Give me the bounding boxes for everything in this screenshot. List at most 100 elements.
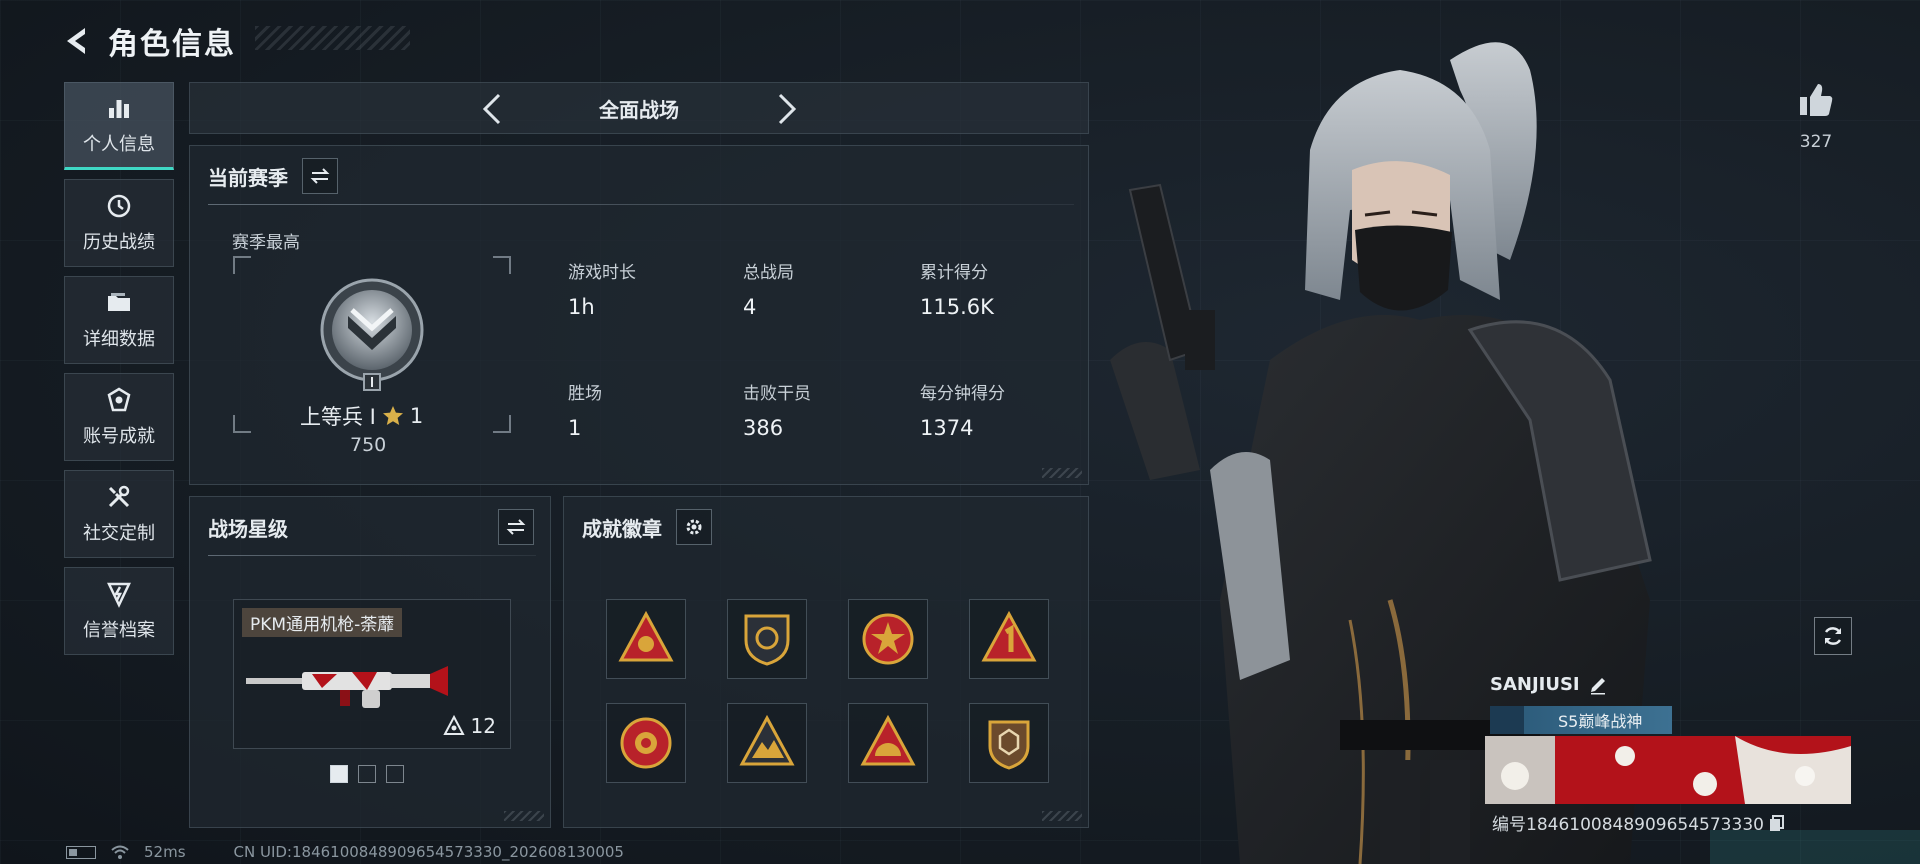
player-id: 编号1846100848909654573330 <box>1492 810 1786 835</box>
player-title: S5巅峰战神 <box>1558 712 1643 731</box>
player-id-text: 编号1846100848909654573330 <box>1492 815 1764 835</box>
star-level-header: 战场星级 <box>208 509 534 545</box>
game-screen: 角色信息 个人信息 历史战绩 详细数据 账号成就 社交定制 信誉档案 全面战场 … <box>0 0 1920 864</box>
mountain-triangle-icon <box>739 714 795 766</box>
copy-icon[interactable] <box>1768 814 1786 832</box>
rank-name-text: 上等兵 I <box>300 405 376 429</box>
sidebar-item-label: 账号成就 <box>83 426 155 447</box>
sidebar: 个人信息 历史战绩 详细数据 账号成就 社交定制 信誉档案 <box>64 82 174 664</box>
badge-slot[interactable] <box>727 599 807 679</box>
rank-badge-icon <box>320 278 424 391</box>
stat-label: 每分钟得分 <box>920 384 1005 404</box>
like-widget[interactable]: 327 <box>1796 80 1836 152</box>
badge-slot[interactable] <box>727 703 807 783</box>
pager-dot[interactable] <box>386 765 404 783</box>
player-name: SANJIUSI <box>1490 674 1608 695</box>
pager-dot-active[interactable] <box>330 765 348 783</box>
sidebar-item-detailed-data[interactable]: 详细数据 <box>64 276 174 364</box>
edit-pencil-icon[interactable] <box>1588 675 1608 695</box>
sidebar-item-label: 历史战绩 <box>83 232 155 253</box>
mode-title: 全面战场 <box>599 97 679 122</box>
achievements-panel: 成就徽章 <box>563 496 1089 828</box>
stat-kills: 击败干员 386 <box>743 379 811 440</box>
achievements-header: 成就徽章 <box>582 509 712 545</box>
rotate-character-button[interactable] <box>1814 617 1852 655</box>
shield-lightning-icon <box>107 582 131 608</box>
refresh-icon <box>1824 627 1842 645</box>
sidebar-item-label: 信誉档案 <box>83 620 155 641</box>
swap-arrows-icon <box>506 519 526 535</box>
sidebar-item-achievements[interactable]: 账号成就 <box>64 373 174 461</box>
stat-label: 胜场 <box>568 384 602 404</box>
mode-prev-arrow-icon[interactable] <box>475 91 511 127</box>
player-name-text: SANJIUSI <box>1490 674 1580 695</box>
stat-value: 4 <box>743 295 757 319</box>
badge-grid <box>606 599 1049 783</box>
stat-label: 累计得分 <box>920 263 988 283</box>
stat-score-per-minute: 每分钟得分 1374 <box>920 379 1005 440</box>
stat-total-matches: 总战局 4 <box>743 258 794 319</box>
season-header: 当前赛季 <box>208 158 338 194</box>
sidebar-item-personal-info[interactable]: 个人信息 <box>64 82 174 170</box>
panel-decoration <box>504 811 544 821</box>
sunrise-triangle-icon <box>860 714 916 766</box>
weapon-name: PKM通用机枪-荼蘼 <box>242 608 403 637</box>
rank-score: 750 <box>350 434 387 456</box>
weapon-pager <box>330 765 404 783</box>
stat-total-score: 累计得分 115.6K <box>920 258 994 319</box>
machine-gun-icon <box>246 666 448 708</box>
panel-decoration <box>1042 811 1082 821</box>
tools-icon <box>108 485 130 508</box>
stat-label: 总战局 <box>743 263 794 283</box>
achievements-settings-button[interactable] <box>676 509 712 545</box>
badge-slot[interactable] <box>848 703 928 783</box>
stat-value: 1374 <box>920 416 974 440</box>
sidebar-item-history[interactable]: 历史战绩 <box>64 179 174 267</box>
emblem-round-icon <box>620 717 672 769</box>
player-banner[interactable] <box>1485 736 1851 804</box>
title-decoration <box>255 26 410 50</box>
gear-icon <box>686 519 702 535</box>
stat-wins: 胜场 1 <box>568 379 602 440</box>
back-arrow-icon[interactable] <box>60 24 94 58</box>
star-level-title: 战场星级 <box>208 516 288 541</box>
weapon-level-value: 12 <box>470 714 496 738</box>
season-best-label: 赛季最高 <box>232 233 300 253</box>
badge-slot[interactable] <box>969 703 1049 783</box>
badge-slot[interactable] <box>606 599 686 679</box>
weapon-card[interactable]: PKM通用机枪-荼蘼 12 <box>233 599 511 749</box>
mode-next-arrow-icon[interactable] <box>768 91 804 127</box>
folder-icon <box>108 293 130 311</box>
battery-icon <box>66 845 96 859</box>
badge-slot[interactable] <box>848 599 928 679</box>
achievements-title: 成就徽章 <box>582 516 662 541</box>
sidebar-item-reputation[interactable]: 信誉档案 <box>64 567 174 655</box>
wifi-icon <box>111 845 129 859</box>
uid-text: CN UID:1846100848909654573330_2026081300… <box>233 843 624 861</box>
stat-value: 115.6K <box>920 295 994 319</box>
season-switch-button[interactable] <box>302 158 338 194</box>
page-title: 角色信息 <box>108 27 236 62</box>
divider <box>208 204 1074 205</box>
swap-arrows-icon <box>310 168 330 184</box>
sidebar-item-label: 详细数据 <box>83 329 155 350</box>
mode-selector: 全面战场 <box>189 82 1089 134</box>
badge-slot[interactable] <box>969 599 1049 679</box>
pager-dot[interactable] <box>358 765 376 783</box>
panel-decoration <box>1042 468 1082 478</box>
hexagon-shield-icon <box>988 720 1030 770</box>
bar-chart-icon <box>109 100 129 118</box>
player-title-strip[interactable]: S5巅峰战神 <box>1490 706 1672 734</box>
number-one-triangle-icon <box>981 610 1037 662</box>
sidebar-item-label: 个人信息 <box>83 134 155 155</box>
badge-slot[interactable] <box>606 703 686 783</box>
stat-play-time: 游戏时长 1h <box>568 258 636 319</box>
sidebar-item-label: 社交定制 <box>83 523 155 544</box>
star-level-switch-button[interactable] <box>498 509 534 545</box>
header: 角色信息 <box>60 18 236 64</box>
rank-name: 上等兵 I 1 <box>300 401 423 431</box>
sidebar-item-social-custom[interactable]: 社交定制 <box>64 470 174 558</box>
thumbs-up-icon <box>1800 84 1833 116</box>
achievement-emblem-icon <box>107 387 131 412</box>
season-panel: 当前赛季 赛季最高 上等兵 I 1 750 游戏时长 1h 总战局 4 累计得分… <box>189 145 1089 485</box>
